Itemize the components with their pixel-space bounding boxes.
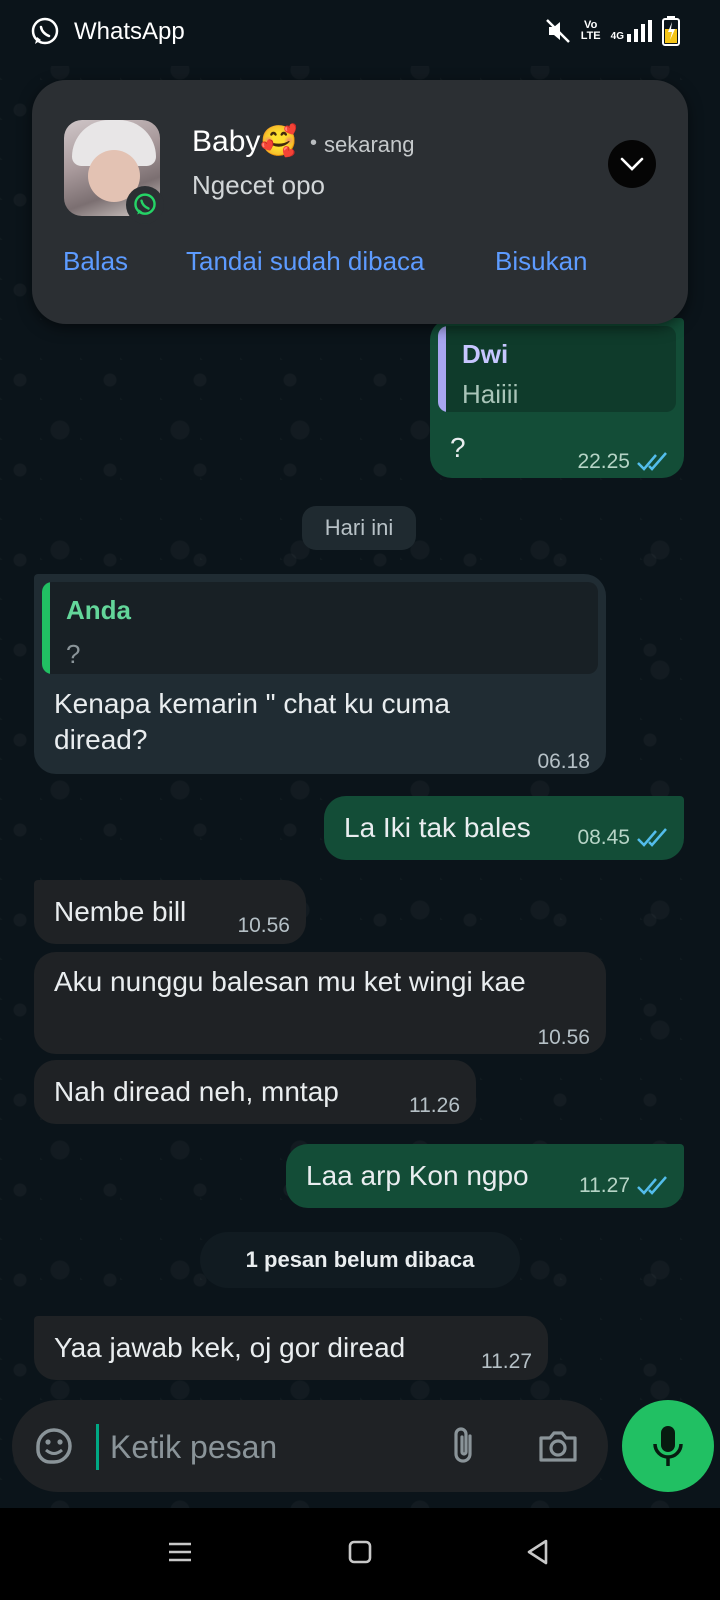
quoted-message[interactable]: Anda ?	[42, 582, 598, 674]
mute-button[interactable]: Bisukan	[495, 246, 588, 277]
message-text: Yaa jawab kek, oj gor diread	[54, 1332, 406, 1363]
message-time: 11.27	[579, 1174, 630, 1197]
message-bubble-incoming[interactable]: Aku nunggu balesan mu ket wingi kae 10.5…	[34, 952, 606, 1054]
message-meta: 08.45	[577, 820, 670, 856]
chevron-down-icon	[620, 157, 644, 171]
message-text: Aku nunggu balesan mu ket wingi kae	[54, 966, 526, 997]
signal-indicator: 4G	[611, 20, 652, 42]
message-time: 10.56	[537, 1026, 590, 1049]
attach-icon[interactable]	[442, 1424, 486, 1468]
message-bubble-outgoing[interactable]: La Iki tak bales 08.45	[324, 796, 684, 860]
volte-indicator: Vo LTE	[580, 19, 601, 42]
sticker-icon[interactable]	[32, 1424, 76, 1468]
notification-message: Ngecet opo	[192, 170, 325, 200]
camera-icon[interactable]	[536, 1424, 580, 1468]
message-bubble-incoming[interactable]: Nah diread neh, mntap 11.26	[34, 1060, 476, 1124]
message-notification[interactable]: Baby🥰 • sekarang Ngecet opo Balas Tandai…	[32, 80, 688, 324]
message-time: 11.26	[409, 1094, 460, 1117]
status-app: WhatsApp	[30, 14, 185, 50]
expand-button[interactable]	[608, 140, 656, 188]
message-text: Kenapa kemarin " chat ku cuma diread?	[54, 688, 450, 755]
message-bubble-incoming[interactable]: Yaa jawab kek, oj gor diread 11.27	[34, 1316, 548, 1380]
message-time: 11.27	[481, 1350, 532, 1373]
message-bubble-incoming[interactable]: Anda ? Kenapa kemarin " chat ku cuma dir…	[34, 574, 606, 774]
quoted-sender: Dwi	[462, 339, 509, 369]
message-bubble-incoming[interactable]: Nembe bill 10.56	[34, 880, 306, 944]
reply-button[interactable]: Balas	[63, 246, 128, 277]
quoted-text: Haiiii	[462, 379, 519, 409]
message-text: La Iki tak bales	[344, 812, 531, 843]
message-bubble-outgoing[interactable]: Dwi Haiiii ? 22.25	[430, 318, 684, 478]
system-navigation-bar	[0, 1508, 720, 1600]
text-cursor	[96, 1424, 99, 1470]
message-input[interactable]	[108, 1422, 432, 1472]
double-check-icon	[637, 1176, 667, 1195]
separator-dot: •	[310, 132, 318, 154]
microphone-icon	[653, 1426, 683, 1466]
double-check-icon	[637, 828, 667, 847]
battery-icon	[662, 16, 680, 46]
notification-time: sekarang	[324, 132, 415, 157]
message-text: Laa arp Kon ngpo	[306, 1160, 529, 1191]
quoted-text: ?	[66, 639, 81, 669]
quoted-sender: Anda	[66, 595, 131, 625]
notification-sender: Baby🥰	[192, 125, 298, 158]
message-text: ?	[450, 432, 466, 463]
unread-separator: 1 pesan belum dibaca	[200, 1232, 520, 1288]
back-icon[interactable]	[524, 1538, 552, 1566]
whatsapp-badge-icon	[126, 186, 164, 224]
message-text: Nembe bill	[54, 896, 187, 927]
mark-read-button[interactable]: Tandai sudah dibaca	[186, 246, 425, 277]
home-icon[interactable]	[346, 1538, 374, 1566]
double-check-icon	[637, 452, 667, 471]
date-separator: Hari ini	[302, 506, 416, 550]
status-icons: Vo LTE 4G	[545, 16, 680, 46]
status-bar: WhatsApp Vo LTE 4G	[0, 0, 720, 66]
voice-record-button[interactable]	[622, 1400, 714, 1492]
message-time: 22.25	[577, 450, 630, 473]
message-text: Nah diread neh, mntap	[54, 1076, 339, 1107]
status-app-name: WhatsApp	[74, 18, 185, 45]
message-bubble-outgoing[interactable]: Laa arp Kon ngpo 11.27	[286, 1144, 684, 1208]
message-time: 06.18	[537, 750, 590, 773]
message-time: 08.45	[577, 826, 630, 849]
message-meta: 11.27	[579, 1168, 670, 1204]
message-meta: 22.25	[577, 444, 670, 480]
muted-icon	[545, 19, 570, 43]
message-time: 10.56	[237, 914, 290, 937]
recent-apps-icon[interactable]	[166, 1538, 194, 1566]
message-composer	[12, 1400, 608, 1492]
quoted-message[interactable]: Dwi Haiiii	[438, 326, 676, 412]
whatsapp-icon	[31, 17, 59, 45]
